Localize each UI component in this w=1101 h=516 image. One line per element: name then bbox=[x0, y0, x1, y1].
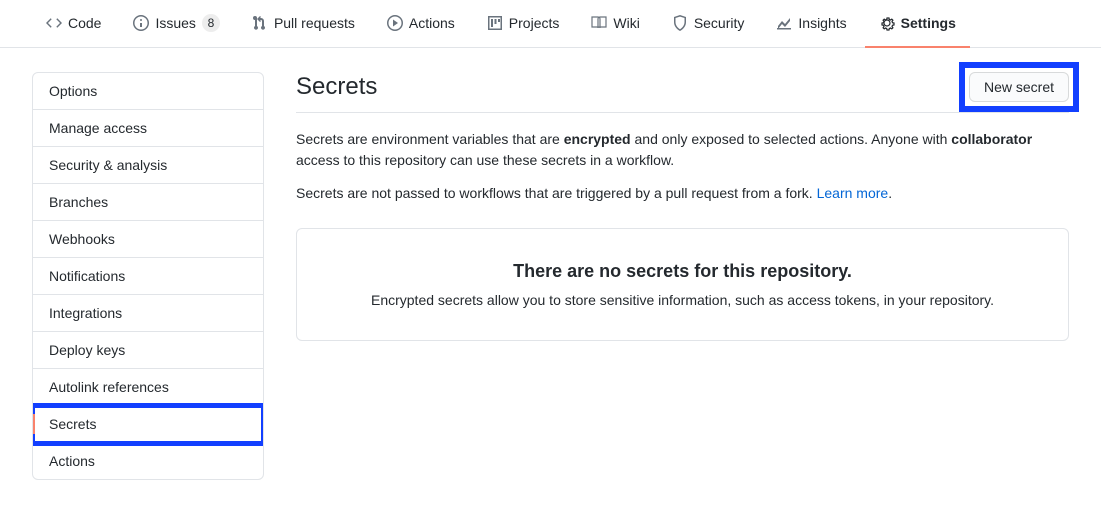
settings-sidebar: Options Manage access Security & analysi… bbox=[32, 72, 264, 480]
sidebar-item-webhooks[interactable]: Webhooks bbox=[33, 221, 263, 258]
tab-wiki[interactable]: Wiki bbox=[577, 0, 653, 48]
tab-label: Settings bbox=[901, 15, 956, 31]
tab-label: Actions bbox=[409, 15, 455, 31]
sidebar-item-actions[interactable]: Actions bbox=[33, 443, 263, 479]
book-icon bbox=[591, 15, 607, 31]
page-title: Secrets bbox=[296, 73, 377, 101]
sidebar-item-label: Manage access bbox=[49, 120, 147, 136]
sidebar-item-label: Deploy keys bbox=[49, 342, 125, 358]
tab-insights[interactable]: Insights bbox=[762, 0, 860, 48]
tab-actions[interactable]: Actions bbox=[373, 0, 469, 48]
sidebar-item-label: Secrets bbox=[49, 416, 96, 432]
page-header: Secrets New secret bbox=[296, 72, 1069, 113]
project-icon bbox=[487, 15, 503, 31]
sidebar-item-notifications[interactable]: Notifications bbox=[33, 258, 263, 295]
sidebar-item-secrets[interactable]: Secrets bbox=[33, 406, 263, 443]
tab-label: Issues bbox=[155, 15, 195, 31]
sidebar-item-manage-access[interactable]: Manage access bbox=[33, 110, 263, 147]
sidebar-item-security-analysis[interactable]: Security & analysis bbox=[33, 147, 263, 184]
sidebar-item-label: Integrations bbox=[49, 305, 122, 321]
sidebar-item-options[interactable]: Options bbox=[33, 73, 263, 110]
sidebar-item-label: Webhooks bbox=[49, 231, 115, 247]
sidebar-item-label: Options bbox=[49, 83, 97, 99]
sidebar-item-label: Actions bbox=[49, 453, 95, 469]
tab-projects[interactable]: Projects bbox=[473, 0, 574, 48]
empty-state-description: Encrypted secrets allow you to store sen… bbox=[317, 292, 1048, 308]
tab-security[interactable]: Security bbox=[658, 0, 759, 48]
empty-state-title: There are no secrets for this repository… bbox=[317, 261, 1048, 282]
new-secret-button[interactable]: New secret bbox=[969, 72, 1069, 102]
sidebar-item-autolink-references[interactable]: Autolink references bbox=[33, 369, 263, 406]
tab-code[interactable]: Code bbox=[32, 0, 115, 48]
tab-pull-requests[interactable]: Pull requests bbox=[238, 0, 369, 48]
sidebar-item-label: Autolink references bbox=[49, 379, 169, 395]
main-content: Secrets New secret Secrets are environme… bbox=[296, 72, 1069, 341]
settings-container: Options Manage access Security & analysi… bbox=[0, 48, 1101, 504]
tab-label: Wiki bbox=[613, 15, 639, 31]
tab-label: Projects bbox=[509, 15, 560, 31]
tab-label: Insights bbox=[798, 15, 846, 31]
secrets-description-2: Secrets are not passed to workflows that… bbox=[296, 183, 1069, 204]
tab-label: Code bbox=[68, 15, 101, 31]
learn-more-link[interactable]: Learn more bbox=[817, 185, 889, 201]
tab-label: Security bbox=[694, 15, 745, 31]
tab-settings[interactable]: Settings bbox=[865, 0, 970, 48]
play-icon bbox=[387, 15, 403, 31]
empty-state: There are no secrets for this repository… bbox=[296, 228, 1069, 341]
tab-issues[interactable]: Issues 8 bbox=[119, 0, 233, 48]
code-icon bbox=[46, 15, 62, 31]
shield-icon bbox=[672, 15, 688, 31]
sidebar-item-deploy-keys[interactable]: Deploy keys bbox=[33, 332, 263, 369]
sidebar-item-branches[interactable]: Branches bbox=[33, 184, 263, 221]
secrets-description-1: Secrets are environment variables that a… bbox=[296, 129, 1069, 171]
issue-icon bbox=[133, 15, 149, 31]
tab-label: Pull requests bbox=[274, 15, 355, 31]
gear-icon bbox=[879, 15, 895, 31]
sidebar-item-label: Branches bbox=[49, 194, 108, 210]
graph-icon bbox=[776, 15, 792, 31]
repo-tabnav: Code Issues 8 Pull requests Actions Proj… bbox=[0, 0, 1101, 48]
sidebar-item-label: Notifications bbox=[49, 268, 125, 284]
sidebar-item-label: Security & analysis bbox=[49, 157, 167, 173]
highlight-new-secret: New secret bbox=[969, 72, 1069, 102]
sidebar-item-integrations[interactable]: Integrations bbox=[33, 295, 263, 332]
pull-request-icon bbox=[252, 15, 268, 31]
issues-count-badge: 8 bbox=[202, 14, 220, 32]
